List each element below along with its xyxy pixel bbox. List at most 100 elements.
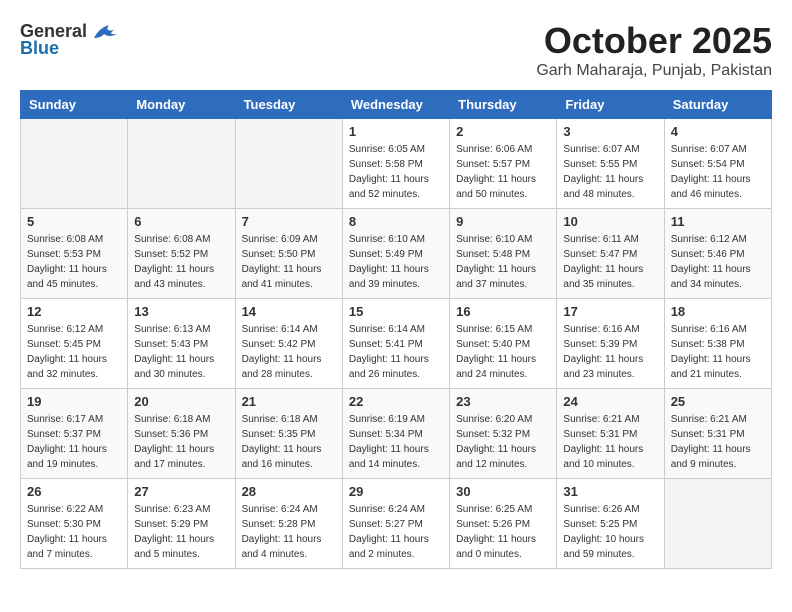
calendar-cell: 29 Sunrise: 6:24 AM Sunset: 5:27 PM Dayli…: [342, 479, 449, 569]
day-info: Sunrise: 6:17 AM Sunset: 5:37 PM Dayligh…: [27, 412, 121, 472]
day-number: 21: [242, 394, 336, 409]
day-info: Sunrise: 6:11 AM Sunset: 5:47 PM Dayligh…: [563, 232, 657, 292]
day-number: 12: [27, 304, 121, 319]
weekday-header-friday: Friday: [557, 91, 664, 119]
calendar-row-0: 1 Sunrise: 6:05 AM Sunset: 5:58 PM Daylig…: [21, 119, 772, 209]
day-info: Sunrise: 6:05 AM Sunset: 5:58 PM Dayligh…: [349, 142, 443, 202]
calendar-cell: 1 Sunrise: 6:05 AM Sunset: 5:58 PM Daylig…: [342, 119, 449, 209]
day-number: 7: [242, 214, 336, 229]
calendar-table: SundayMondayTuesdayWednesdayThursdayFrid…: [20, 90, 772, 569]
title-section: October 2025 Garh Maharaja, Punjab, Paki…: [536, 20, 772, 80]
day-number: 27: [134, 484, 228, 499]
calendar-cell: 13Sunrise: 6:13 AM Sunset: 5:43 PM Dayli…: [128, 299, 235, 389]
day-number: 31: [563, 484, 657, 499]
day-info: Sunrise: 6:12 AM Sunset: 5:45 PM Dayligh…: [27, 322, 121, 382]
day-number: 9: [456, 214, 550, 229]
calendar-cell: 16 Sunrise: 6:15 AM Sunset: 5:40 PM Dayli…: [450, 299, 557, 389]
day-number: 3: [563, 124, 657, 139]
day-number: 2: [456, 124, 550, 139]
calendar-row-2: 12 Sunrise: 6:12 AM Sunset: 5:45 PM Dayli…: [21, 299, 772, 389]
day-number: 5: [27, 214, 121, 229]
day-number: 22: [349, 394, 443, 409]
day-info: Sunrise: 6:26 AM Sunset: 5:25 PM Dayligh…: [563, 502, 657, 562]
calendar-cell: 23 Sunrise: 6:20 AM Sunset: 5:32 PM Dayli…: [450, 389, 557, 479]
day-info: Sunrise: 6:09 AM Sunset: 5:50 PM Dayligh…: [242, 232, 336, 292]
calendar-cell: 18Sunrise: 6:16 AM Sunset: 5:38 PM Dayli…: [664, 299, 771, 389]
day-info: Sunrise: 6:22 AM Sunset: 5:30 PM Dayligh…: [27, 502, 121, 562]
calendar-cell: 5Sunrise: 6:08 AM Sunset: 5:53 PM Daylig…: [21, 209, 128, 299]
day-number: 26: [27, 484, 121, 499]
logo: General Blue: [20, 20, 119, 59]
day-number: 8: [349, 214, 443, 229]
day-number: 16: [456, 304, 550, 319]
day-number: 29: [349, 484, 443, 499]
calendar-cell: 26 Sunrise: 6:22 AM Sunset: 5:30 PM Dayli…: [21, 479, 128, 569]
calendar-cell: [21, 119, 128, 209]
calendar-row-4: 26 Sunrise: 6:22 AM Sunset: 5:30 PM Dayli…: [21, 479, 772, 569]
day-number: 4: [671, 124, 765, 139]
day-info: Sunrise: 6:25 AM Sunset: 5:26 PM Dayligh…: [456, 502, 550, 562]
month-title: October 2025: [536, 20, 772, 62]
day-info: Sunrise: 6:16 AM Sunset: 5:39 PM Dayligh…: [563, 322, 657, 382]
calendar-cell: 21 Sunrise: 6:18 AM Sunset: 5:35 PM Dayli…: [235, 389, 342, 479]
calendar-cell: 27 Sunrise: 6:23 AM Sunset: 5:29 PM Dayli…: [128, 479, 235, 569]
calendar-cell: 30 Sunrise: 6:25 AM Sunset: 5:26 PM Dayli…: [450, 479, 557, 569]
day-number: 20: [134, 394, 228, 409]
calendar-cell: 31 Sunrise: 6:26 AM Sunset: 5:25 PM Dayli…: [557, 479, 664, 569]
day-info: Sunrise: 6:24 AM Sunset: 5:28 PM Dayligh…: [242, 502, 336, 562]
day-info: Sunrise: 6:18 AM Sunset: 5:36 PM Dayligh…: [134, 412, 228, 472]
calendar-cell: 25 Sunrise: 6:21 AM Sunset: 5:31 PM Dayli…: [664, 389, 771, 479]
page-header: General Blue October 2025 Garh Maharaja,…: [20, 20, 772, 80]
day-number: 25: [671, 394, 765, 409]
day-number: 15: [349, 304, 443, 319]
calendar-cell: [664, 479, 771, 569]
day-info: Sunrise: 6:06 AM Sunset: 5:57 PM Dayligh…: [456, 142, 550, 202]
weekday-header-saturday: Saturday: [664, 91, 771, 119]
day-number: 28: [242, 484, 336, 499]
weekday-header-row: SundayMondayTuesdayWednesdayThursdayFrid…: [21, 91, 772, 119]
day-info: Sunrise: 6:14 AM Sunset: 5:41 PM Dayligh…: [349, 322, 443, 382]
calendar-cell: 12 Sunrise: 6:12 AM Sunset: 5:45 PM Dayli…: [21, 299, 128, 389]
day-number: 18: [671, 304, 765, 319]
day-number: 6: [134, 214, 228, 229]
day-info: Sunrise: 6:08 AM Sunset: 5:52 PM Dayligh…: [134, 232, 228, 292]
day-info: Sunrise: 6:21 AM Sunset: 5:31 PM Dayligh…: [671, 412, 765, 472]
day-info: Sunrise: 6:12 AM Sunset: 5:46 PM Dayligh…: [671, 232, 765, 292]
day-number: 1: [349, 124, 443, 139]
weekday-header-wednesday: Wednesday: [342, 91, 449, 119]
day-info: Sunrise: 6:18 AM Sunset: 5:35 PM Dayligh…: [242, 412, 336, 472]
calendar-cell: [235, 119, 342, 209]
calendar-cell: 15 Sunrise: 6:14 AM Sunset: 5:41 PM Dayli…: [342, 299, 449, 389]
calendar-cell: 4 Sunrise: 6:07 AM Sunset: 5:54 PM Daylig…: [664, 119, 771, 209]
calendar-cell: 19Sunrise: 6:17 AM Sunset: 5:37 PM Dayli…: [21, 389, 128, 479]
day-info: Sunrise: 6:20 AM Sunset: 5:32 PM Dayligh…: [456, 412, 550, 472]
calendar-cell: 7 Sunrise: 6:09 AM Sunset: 5:50 PM Daylig…: [235, 209, 342, 299]
day-info: Sunrise: 6:23 AM Sunset: 5:29 PM Dayligh…: [134, 502, 228, 562]
day-number: 30: [456, 484, 550, 499]
calendar-cell: 28 Sunrise: 6:24 AM Sunset: 5:28 PM Dayli…: [235, 479, 342, 569]
calendar-cell: 10Sunrise: 6:11 AM Sunset: 5:47 PM Dayli…: [557, 209, 664, 299]
calendar-row-1: 5Sunrise: 6:08 AM Sunset: 5:53 PM Daylig…: [21, 209, 772, 299]
day-number: 23: [456, 394, 550, 409]
calendar-cell: 17 Sunrise: 6:16 AM Sunset: 5:39 PM Dayli…: [557, 299, 664, 389]
calendar-cell: 2 Sunrise: 6:06 AM Sunset: 5:57 PM Daylig…: [450, 119, 557, 209]
weekday-header-tuesday: Tuesday: [235, 91, 342, 119]
day-number: 13: [134, 304, 228, 319]
calendar-cell: 3Sunrise: 6:07 AM Sunset: 5:55 PM Daylig…: [557, 119, 664, 209]
day-number: 24: [563, 394, 657, 409]
day-info: Sunrise: 6:24 AM Sunset: 5:27 PM Dayligh…: [349, 502, 443, 562]
day-info: Sunrise: 6:10 AM Sunset: 5:48 PM Dayligh…: [456, 232, 550, 292]
day-number: 14: [242, 304, 336, 319]
day-info: Sunrise: 6:19 AM Sunset: 5:34 PM Dayligh…: [349, 412, 443, 472]
day-info: Sunrise: 6:21 AM Sunset: 5:31 PM Dayligh…: [563, 412, 657, 472]
calendar-cell: 20 Sunrise: 6:18 AM Sunset: 5:36 PM Dayli…: [128, 389, 235, 479]
day-number: 17: [563, 304, 657, 319]
weekday-header-sunday: Sunday: [21, 91, 128, 119]
day-info: Sunrise: 6:15 AM Sunset: 5:40 PM Dayligh…: [456, 322, 550, 382]
calendar-cell: 11 Sunrise: 6:12 AM Sunset: 5:46 PM Dayli…: [664, 209, 771, 299]
calendar-cell: 9 Sunrise: 6:10 AM Sunset: 5:48 PM Daylig…: [450, 209, 557, 299]
day-number: 11: [671, 214, 765, 229]
day-info: Sunrise: 6:07 AM Sunset: 5:54 PM Dayligh…: [671, 142, 765, 202]
location-title: Garh Maharaja, Punjab, Pakistan: [536, 62, 772, 80]
day-info: Sunrise: 6:14 AM Sunset: 5:42 PM Dayligh…: [242, 322, 336, 382]
